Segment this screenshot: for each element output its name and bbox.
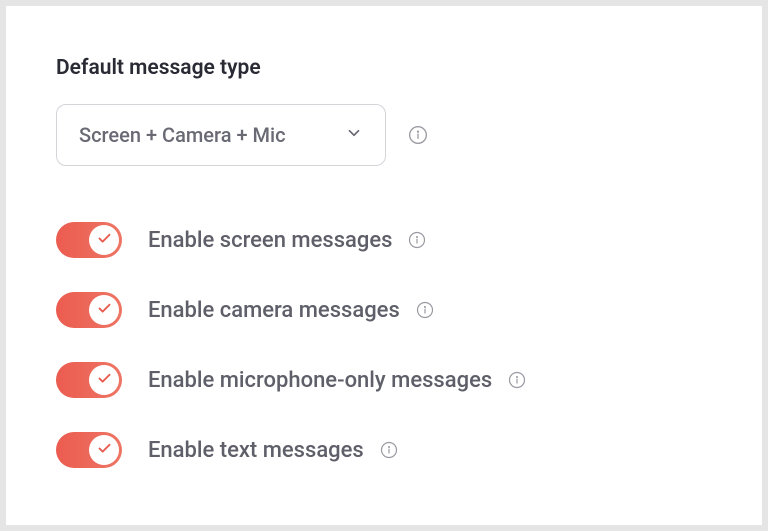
info-icon[interactable]: [508, 371, 526, 389]
toggle-knob: [89, 435, 119, 465]
check-icon: [97, 371, 112, 390]
check-icon: [97, 301, 112, 320]
section-title: Default message type: [56, 56, 712, 80]
toggle-screen-messages[interactable]: [56, 222, 122, 258]
message-type-select[interactable]: Screen + Camera + Mic: [56, 104, 386, 166]
info-icon[interactable]: [408, 231, 426, 249]
toggle-knob: [89, 225, 119, 255]
toggle-label: Enable text messages: [148, 438, 364, 463]
toggle-list: Enable screen messages: [56, 222, 712, 468]
info-icon[interactable]: [416, 301, 434, 319]
info-icon[interactable]: [408, 125, 428, 145]
toggle-label: Enable microphone-only messages: [148, 368, 492, 393]
select-value: Screen + Camera + Mic: [79, 123, 286, 147]
toggle-label-wrap: Enable microphone-only messages: [148, 368, 526, 393]
message-type-row: Screen + Camera + Mic: [56, 104, 712, 166]
toggle-text-messages[interactable]: [56, 432, 122, 468]
toggle-row-mic: Enable microphone-only messages: [56, 362, 712, 398]
toggle-knob: [89, 295, 119, 325]
toggle-row-text: Enable text messages: [56, 432, 712, 468]
toggle-label: Enable screen messages: [148, 228, 392, 253]
toggle-knob: [89, 365, 119, 395]
settings-card: Default message type Screen + Camera + M…: [6, 6, 762, 525]
toggle-microphone-messages[interactable]: [56, 362, 122, 398]
check-icon: [97, 441, 112, 460]
info-icon[interactable]: [380, 441, 398, 459]
toggle-label-wrap: Enable text messages: [148, 438, 398, 463]
toggle-row-screen: Enable screen messages: [56, 222, 712, 258]
toggle-camera-messages[interactable]: [56, 292, 122, 328]
check-icon: [97, 231, 112, 250]
toggle-row-camera: Enable camera messages: [56, 292, 712, 328]
toggle-label-wrap: Enable camera messages: [148, 298, 434, 323]
toggle-label-wrap: Enable screen messages: [148, 228, 426, 253]
toggle-label: Enable camera messages: [148, 298, 400, 323]
chevron-down-icon: [345, 124, 363, 146]
